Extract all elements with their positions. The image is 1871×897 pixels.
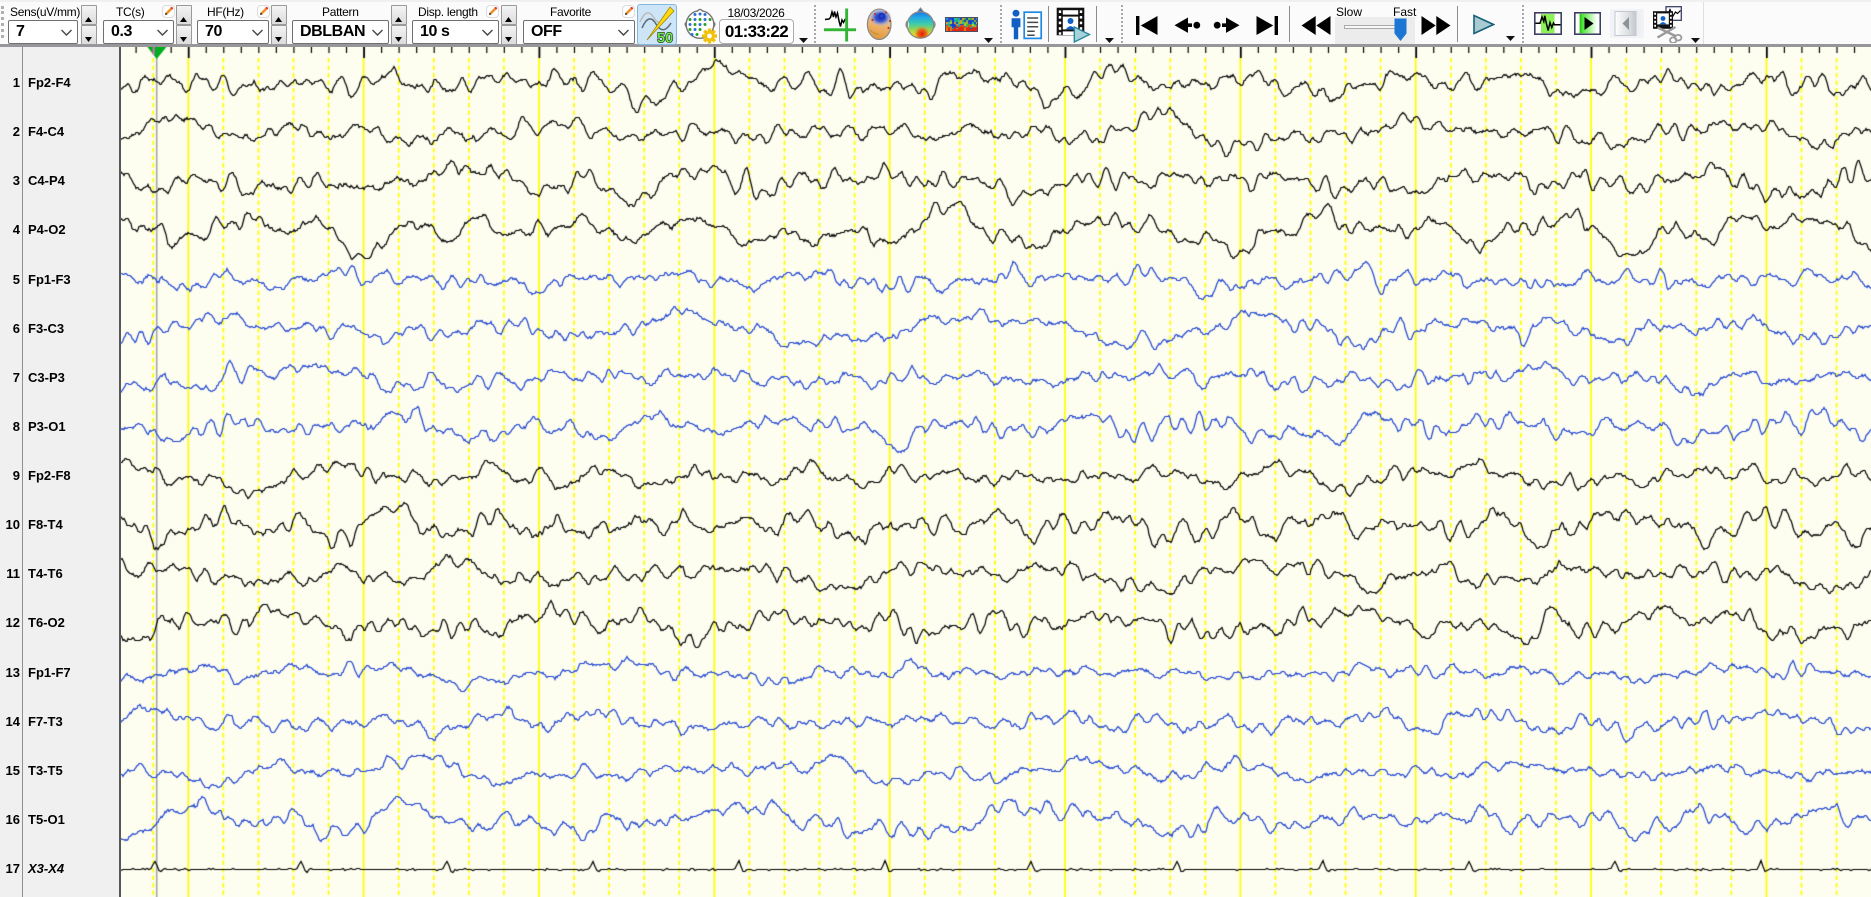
svg-text:50: 50 [657,31,673,45]
